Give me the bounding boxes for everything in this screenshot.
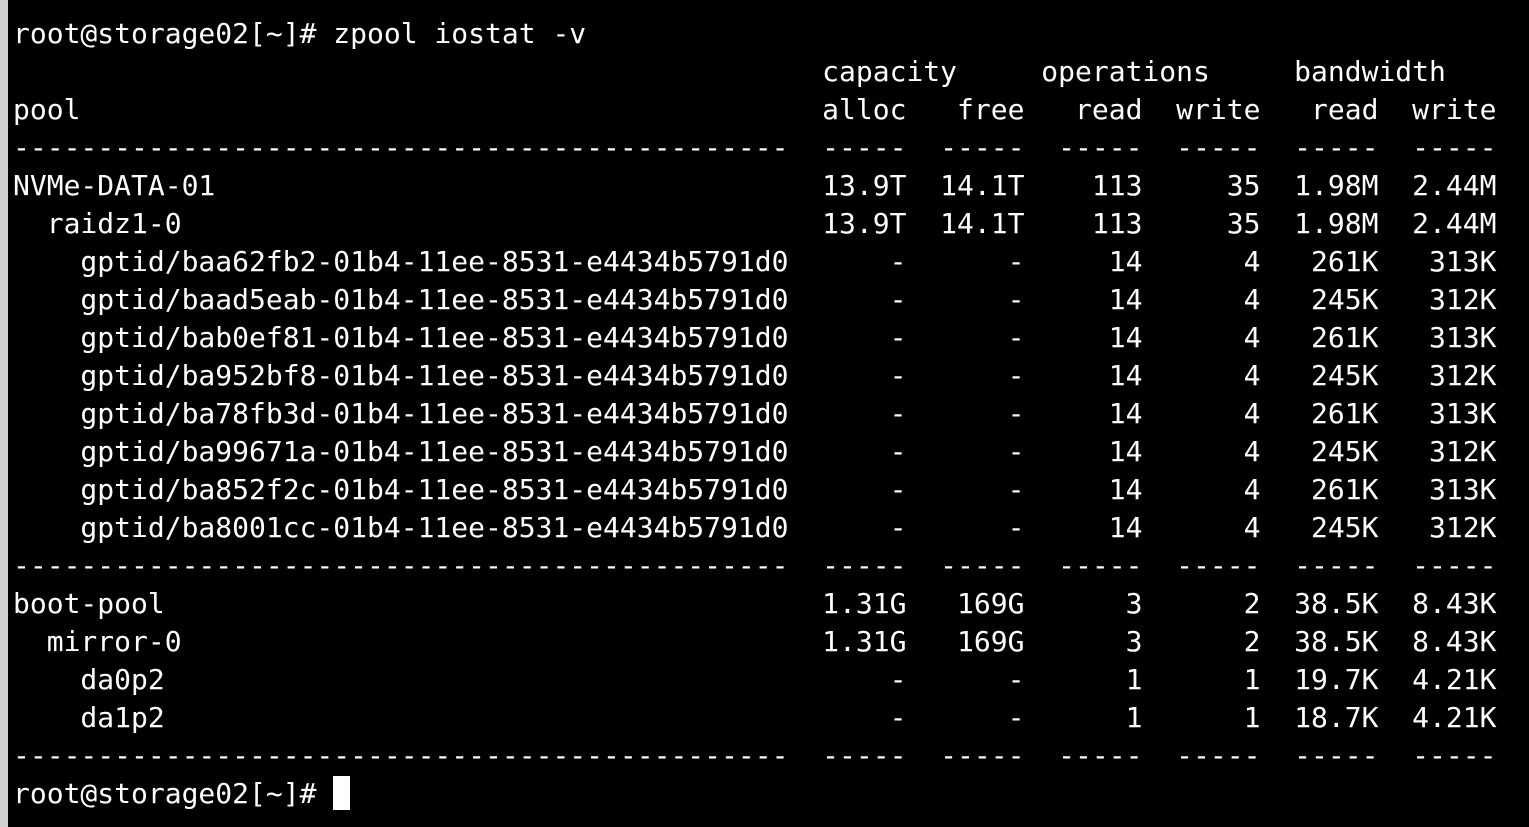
output-row: gptid/ba99671a-01b4-11ee-8531-e4434b5791… bbox=[13, 435, 1497, 468]
text-cursor bbox=[333, 776, 351, 810]
output-row: da0p2 - - 1 1 19.7K 4.21K bbox=[13, 663, 1497, 696]
output-row: gptid/baad5eab-01b4-11ee-8531-e4434b5791… bbox=[13, 283, 1497, 316]
window-border bbox=[0, 0, 8, 827]
command-line: root@storage02[~]# zpool iostat -v bbox=[13, 17, 587, 50]
output-row: gptid/ba952bf8-01b4-11ee-8531-e4434b5791… bbox=[13, 359, 1497, 392]
output-row: mirror-0 1.31G 169G 3 2 38.5K 8.43K bbox=[13, 625, 1497, 658]
separator-line: ----------------------------------------… bbox=[13, 739, 1497, 772]
output-row: da1p2 - - 1 1 18.7K 4.21K bbox=[13, 701, 1497, 734]
output-row: gptid/baa62fb2-01b4-11ee-8531-e4434b5791… bbox=[13, 245, 1497, 278]
output-row: NVMe-DATA-01 13.9T 14.1T 113 35 1.98M 2.… bbox=[13, 169, 1497, 202]
output-row: boot-pool 1.31G 169G 3 2 38.5K 8.43K bbox=[13, 587, 1497, 620]
separator-line: ----------------------------------------… bbox=[13, 131, 1497, 164]
separator-line: ----------------------------------------… bbox=[13, 549, 1497, 582]
output-row: gptid/ba852f2c-01b4-11ee-8531-e4434b5791… bbox=[13, 473, 1497, 506]
output-row: gptid/ba78fb3d-01b4-11ee-8531-e4434b5791… bbox=[13, 397, 1497, 430]
output-row: gptid/bab0ef81-01b4-11ee-8531-e4434b5791… bbox=[13, 321, 1497, 354]
output-row: gptid/ba8001cc-01b4-11ee-8531-e4434b5791… bbox=[13, 511, 1497, 544]
header-line-2: pool alloc free read write read write bbox=[13, 93, 1497, 126]
terminal-window[interactable]: root@storage02[~]# zpool iostat -v capac… bbox=[8, 0, 1529, 827]
prompt-text: root@storage02[~]# bbox=[13, 777, 317, 810]
terminal-output: root@storage02[~]# zpool iostat -v capac… bbox=[13, 15, 1496, 813]
output-row: raidz1-0 13.9T 14.1T 113 35 1.98M 2.44M bbox=[13, 207, 1497, 240]
header-line-1: capacity operations bandwidth bbox=[13, 55, 1446, 88]
prompt-line[interactable]: root@storage02[~]# bbox=[13, 775, 1496, 813]
